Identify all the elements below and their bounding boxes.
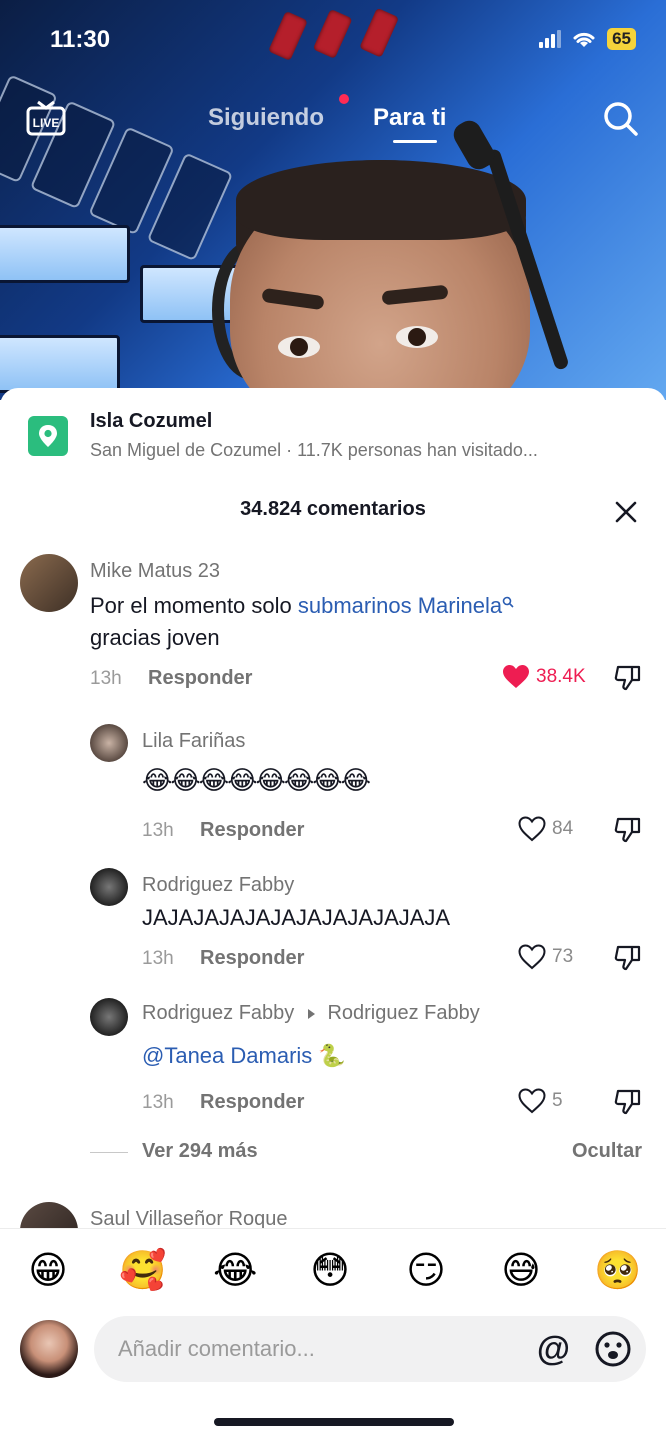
- mention-link[interactable]: @Tanea Damaris: [142, 1043, 312, 1068]
- emoji-button[interactable]: 😁: [26, 1249, 70, 1293]
- status-icons: 65: [539, 28, 636, 50]
- comment-text: Por el momento solo submarinos Marinela …: [90, 590, 630, 654]
- live-icon[interactable]: LIVE: [26, 100, 66, 141]
- heart-filled-icon: [503, 665, 529, 688]
- search-small-icon: [502, 596, 514, 608]
- dislike-icon[interactable]: [614, 664, 642, 692]
- location-title: Isla Cozumel: [90, 410, 213, 432]
- avatar[interactable]: [20, 554, 78, 612]
- dislike-icon[interactable]: [614, 1088, 642, 1116]
- reply-button[interactable]: Responder: [200, 1091, 304, 1114]
- heart-icon: [518, 816, 546, 842]
- emoji-button[interactable]: 🥺: [594, 1249, 641, 1293]
- signal-icon: [539, 30, 562, 48]
- wifi-icon: [573, 32, 595, 47]
- like-count: 38.4K: [536, 666, 586, 687]
- comment-text: 😂😂😂😂😂😂😂😂: [142, 765, 371, 795]
- reply-arrow-icon: [307, 1008, 315, 1019]
- like-count: 73: [552, 946, 574, 967]
- reply-item: Rodriguez Fabby Rodriguez Fabby @Tanea D…: [0, 994, 666, 1124]
- reply-button[interactable]: Responder: [200, 819, 304, 842]
- like-button[interactable]: 38.4K: [502, 664, 586, 690]
- comment-time: 13h: [90, 668, 122, 689]
- svg-text:LIVE: LIVE: [33, 116, 60, 130]
- reply-button[interactable]: Responder: [148, 667, 252, 690]
- status-time: 11:30: [50, 26, 111, 53]
- search-link[interactable]: submarinos Marinela: [298, 593, 502, 618]
- emoji-button[interactable]: 😏: [404, 1249, 448, 1293]
- comment-author[interactable]: Mike Matus 23: [90, 560, 220, 583]
- dislike-icon[interactable]: [614, 944, 642, 972]
- battery-indicator: 65: [607, 28, 636, 50]
- comment-time: 13h: [142, 820, 174, 841]
- comment-text: JAJAJAJAJAJAJAJAJAJAJAJA: [142, 905, 451, 930]
- view-more-replies[interactable]: Ver 294 más: [142, 1140, 258, 1163]
- like-count: 84: [552, 818, 574, 839]
- video-player[interactable]: 11:30 65 LIVE Siguiendo Para ti: [0, 0, 666, 400]
- comment-text: @Tanea Damaris 🐍: [142, 1040, 346, 1072]
- tab-following[interactable]: Siguiendo: [208, 104, 324, 132]
- comment-time: 13h: [142, 948, 174, 969]
- like-button[interactable]: 5: [518, 1088, 563, 1114]
- emoji-button[interactable]: 😳: [308, 1249, 352, 1293]
- top-nav: LIVE Siguiendo Para ti: [0, 94, 666, 143]
- emoji-button[interactable]: 😂: [213, 1249, 257, 1293]
- reply-item: Rodriguez Fabby JAJAJAJAJAJAJAJAJAJAJAJA…: [0, 864, 666, 984]
- dislike-icon[interactable]: [614, 816, 642, 844]
- comment-author[interactable]: Lila Fariñas: [142, 730, 245, 753]
- snake-emoji: 🐍: [318, 1043, 346, 1068]
- hide-replies[interactable]: Ocultar: [572, 1140, 642, 1163]
- current-user-avatar: [20, 1320, 78, 1378]
- reply-author[interactable]: Rodriguez Fabby: [142, 1002, 294, 1024]
- close-icon[interactable]: [614, 500, 638, 524]
- reply-item: Lila Fariñas 😂😂😂😂😂😂😂😂 13h Responder 84: [0, 718, 666, 848]
- home-indicator[interactable]: [214, 1418, 454, 1426]
- notification-dot: [339, 94, 349, 104]
- like-count: 5: [552, 1090, 563, 1111]
- comments-count: 34.824 comentarios: [240, 498, 426, 520]
- emoji-button[interactable]: 😅: [499, 1249, 543, 1293]
- tab-for-you[interactable]: Para ti: [373, 104, 446, 132]
- heart-icon: [518, 944, 546, 970]
- comment-time: 13h: [142, 1092, 174, 1113]
- replies-toggle-row: Ver 294 más Ocultar: [90, 1138, 642, 1168]
- search-icon[interactable]: [602, 100, 640, 138]
- comment-input[interactable]: [118, 1316, 518, 1382]
- comments-sheet: Isla Cozumel San Miguel de Cozumel · 11.…: [0, 388, 666, 1440]
- location-banner[interactable]: Isla Cozumel San Miguel de Cozumel · 11.…: [28, 410, 648, 466]
- active-tab-indicator: [393, 140, 437, 143]
- mention-icon[interactable]: @: [537, 1330, 570, 1368]
- avatar[interactable]: [90, 724, 128, 762]
- comment-author: Rodriguez Fabby Rodriguez Fabby: [142, 1002, 480, 1025]
- cockpit-windows: [0, 225, 240, 393]
- divider: [90, 1152, 128, 1153]
- location-pin-icon: [28, 416, 68, 456]
- avatar[interactable]: [90, 998, 128, 1036]
- comment-item: Mike Matus 23 Por el momento solo submar…: [0, 548, 666, 698]
- location-subtitle: San Miguel de Cozumel · 11.7K personas h…: [90, 440, 538, 460]
- heart-icon: [518, 1088, 546, 1114]
- reply-button[interactable]: Responder: [200, 947, 304, 970]
- emoji-button[interactable]: 🥰: [119, 1249, 166, 1293]
- avatar[interactable]: [90, 868, 128, 906]
- like-button[interactable]: 84: [518, 816, 573, 842]
- like-button[interactable]: 73: [518, 944, 573, 970]
- comment-input-box[interactable]: @: [94, 1316, 646, 1382]
- emoji-face-icon[interactable]: [594, 1330, 632, 1368]
- quick-emoji-bar: 😁 🥰 😂 😳 😏 😅 🥺: [0, 1228, 666, 1318]
- reply-to-author[interactable]: Rodriguez Fabby: [327, 1002, 479, 1024]
- comment-input-row: @: [0, 1316, 666, 1390]
- comment-author[interactable]: Rodriguez Fabby: [142, 874, 294, 897]
